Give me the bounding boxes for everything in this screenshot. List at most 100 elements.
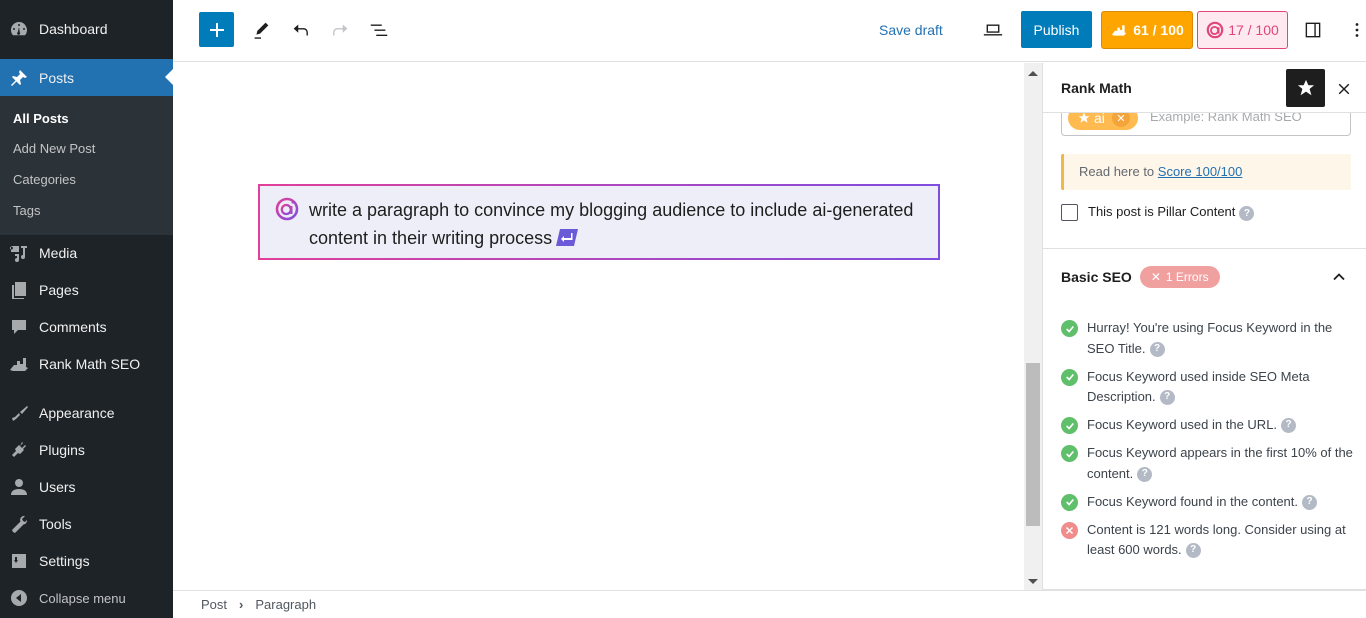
menu-item-users[interactable]: Users	[0, 470, 173, 504]
menu-label: Rank Math SEO	[39, 356, 141, 372]
notice-text: Read here to	[1079, 164, 1158, 179]
help-icon[interactable]: ?	[1239, 205, 1255, 221]
list-view-icon	[370, 24, 388, 36]
document-overview-button[interactable]	[363, 14, 395, 46]
dashboard-icon	[9, 19, 29, 39]
menu-label: Media	[39, 245, 78, 261]
rank-math-icon	[9, 354, 29, 374]
check-icon	[1061, 368, 1078, 386]
pillar-content-option: This post is Pillar Content?	[1061, 204, 1255, 221]
chevron-up-icon	[1333, 273, 1345, 281]
menu-item-dashboard[interactable]: Dashboard	[0, 12, 173, 46]
tools-button[interactable]	[245, 14, 277, 46]
submenu-add-new-post[interactable]: Add New Post	[13, 141, 95, 156]
help-icon[interactable]: ?	[1185, 543, 1201, 559]
admin-sidebar: Dashboard Posts All Posts Add New Post C…	[0, 0, 173, 618]
submenu-categories[interactable]: Categories	[13, 172, 76, 187]
menu-item-pages[interactable]: Pages	[0, 273, 173, 307]
add-block-button[interactable]	[199, 12, 234, 47]
redo-button[interactable]	[324, 14, 356, 46]
basic-seo-title: Basic SEO	[1061, 269, 1132, 285]
media-icon	[9, 243, 29, 263]
panel-header: Rank Math	[1043, 63, 1366, 113]
error-badge: ✕ 1 Errors	[1139, 266, 1220, 288]
submenu-all-posts[interactable]: All Posts	[13, 111, 69, 126]
undo-button[interactable]	[285, 14, 317, 46]
menu-item-posts[interactable]: Posts	[0, 59, 173, 96]
test-text: Focus Keyword used inside SEO Meta Descr…	[1087, 368, 1310, 405]
test-text: Content is 121 words long. Consider usin…	[1087, 521, 1346, 558]
menu-item-media[interactable]: Media	[0, 236, 173, 270]
test-text: Focus Keyword appears in the first 10% o…	[1087, 445, 1353, 481]
laptop-icon	[983, 24, 1003, 36]
editor-scrollbar[interactable]	[1024, 63, 1042, 590]
divider	[1043, 248, 1366, 249]
wrench-icon	[9, 514, 29, 534]
content-ai-icon	[275, 197, 299, 221]
pencil-icon	[254, 22, 269, 39]
collapse-menu-button[interactable]: Collapse menu	[0, 581, 173, 615]
publish-button[interactable]: Publish	[1021, 11, 1092, 48]
close-icon	[1338, 83, 1350, 95]
menu-item-rank-math-seo[interactable]: Rank Math SEO	[0, 347, 173, 381]
panel-title: Rank Math	[1061, 80, 1132, 96]
score-100-link[interactable]: Score 100/100	[1158, 164, 1243, 179]
pillar-content-checkbox[interactable]	[1061, 204, 1078, 221]
menu-label: Settings	[39, 553, 90, 569]
help-icon[interactable]: ?	[1137, 466, 1153, 482]
preview-button[interactable]	[977, 14, 1009, 46]
check-icon	[1061, 445, 1078, 462]
seo-test-item: Focus Keyword used in the URL.?	[1061, 415, 1361, 436]
error-icon	[1061, 521, 1078, 539]
menu-label: Pages	[39, 282, 79, 298]
seo-test-item: Focus Keyword appears in the first 10% o…	[1061, 443, 1361, 484]
menu-item-settings[interactable]: Settings	[0, 544, 173, 578]
undo-icon	[293, 24, 308, 36]
menu-item-plugins[interactable]: Plugins	[0, 433, 173, 467]
pillar-content-label: This post is Pillar Content	[1088, 204, 1236, 220]
seo-test-item: Hurray! You're using Focus Keyword in th…	[1061, 318, 1361, 359]
editor-toolbar: Save draft Publish 61 / 100 17 / 100	[173, 0, 1366, 62]
editor-canvas: write a paragraph to convince my bloggin…	[173, 63, 1025, 590]
menu-label: Users	[39, 479, 76, 495]
seo-score-value: 61 / 100	[1133, 22, 1184, 38]
options-button[interactable]	[1341, 14, 1366, 46]
menu-label: Appearance	[39, 405, 115, 421]
help-icon[interactable]: ?	[1302, 494, 1318, 510]
rank-math-panel: ai ✕ Example: Rank Math SEO Rank Math Re…	[1042, 63, 1366, 590]
settings-panel-toggle[interactable]	[1297, 14, 1329, 46]
collapse-label: Collapse menu	[39, 590, 126, 606]
submenu-tags[interactable]: Tags	[13, 203, 40, 218]
pin-panel-button[interactable]	[1286, 69, 1325, 107]
save-draft-button[interactable]: Save draft	[879, 17, 943, 43]
star-icon	[1297, 79, 1314, 96]
seo-score-button[interactable]: 61 / 100	[1101, 11, 1193, 49]
menu-item-tools[interactable]: Tools	[0, 507, 173, 541]
breadcrumb-post[interactable]: Post	[201, 597, 227, 612]
collapse-icon	[9, 588, 29, 608]
basic-seo-toggle[interactable]: Basic SEO ✕ 1 Errors	[1061, 265, 1351, 289]
star-icon	[1078, 112, 1090, 123]
scrollbar-thumb[interactable]	[1026, 363, 1040, 526]
seo-test-item: Focus Keyword used inside SEO Meta Descr…	[1061, 367, 1361, 408]
menu-item-appearance[interactable]: Appearance	[0, 396, 173, 430]
plus-icon	[209, 22, 224, 37]
scroll-down-icon[interactable]	[1028, 579, 1038, 584]
help-icon[interactable]: ?	[1281, 418, 1297, 434]
help-icon[interactable]: ?	[1149, 341, 1165, 357]
breadcrumb-paragraph[interactable]: Paragraph	[255, 597, 316, 612]
redo-icon	[333, 24, 348, 36]
menu-item-comments[interactable]: Comments	[0, 310, 173, 344]
close-panel-button[interactable]	[1331, 76, 1357, 102]
menu-label: Tools	[39, 516, 72, 532]
content-ai-score-button[interactable]: 17 / 100	[1197, 11, 1288, 49]
test-text: Hurray! You're using Focus Keyword in th…	[1087, 320, 1333, 356]
help-icon[interactable]: ?	[1159, 390, 1175, 406]
enter-icon[interactable]	[556, 229, 579, 246]
content-ai-prompt-block[interactable]: write a paragraph to convince my bloggin…	[258, 184, 940, 260]
check-icon	[1061, 417, 1078, 434]
menu-label: Plugins	[39, 442, 85, 458]
user-icon	[9, 477, 29, 497]
rank-math-icon	[1111, 25, 1127, 36]
scroll-up-icon[interactable]	[1028, 71, 1038, 76]
